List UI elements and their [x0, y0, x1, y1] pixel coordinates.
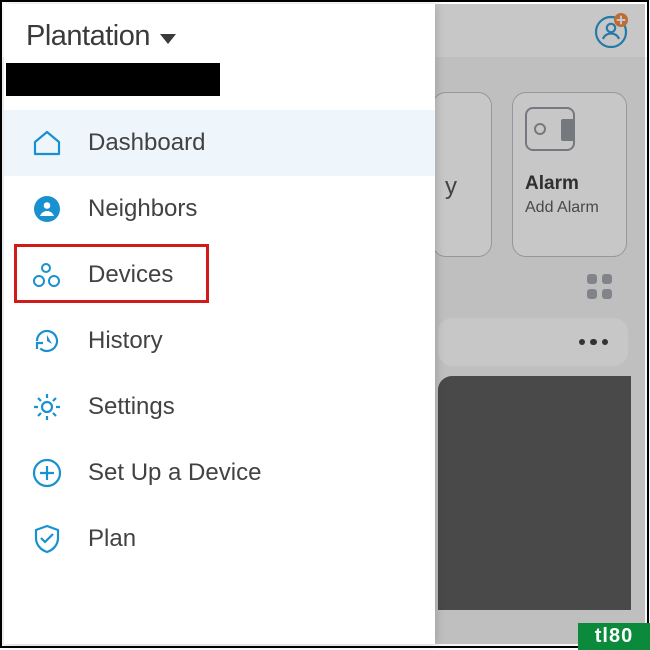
history-icon [30, 324, 64, 358]
redacted-address [6, 63, 220, 96]
sidebar-item-label: Set Up a Device [88, 459, 261, 487]
shield-check-icon [30, 522, 64, 556]
sidebar-item-settings[interactable]: Settings [4, 374, 435, 440]
watermark: tl80 [578, 623, 650, 650]
location-title: Plantation [26, 20, 150, 53]
devices-icon [30, 258, 64, 292]
sidebar-item-dashboard[interactable]: Dashboard [4, 110, 435, 176]
sidebar-item-label: Neighbors [88, 195, 197, 223]
sidebar-item-label: Settings [88, 393, 175, 421]
sidebar-item-label: Dashboard [88, 129, 205, 157]
location-selector[interactable]: Plantation [4, 4, 435, 59]
sidebar-item-label: Plan [88, 525, 136, 553]
sidebar-item-history[interactable]: History [4, 308, 435, 374]
gear-icon [30, 390, 64, 424]
chevron-down-icon [160, 34, 176, 44]
sidebar-menu: Dashboard Neighbors Devices History [4, 110, 435, 572]
sidebar-item-plan[interactable]: Plan [4, 506, 435, 572]
sidebar-item-neighbors[interactable]: Neighbors [4, 176, 435, 242]
sidebar-item-label: Devices [88, 261, 173, 289]
app-frame: y Alarm Add Alarm Plantation [0, 0, 649, 648]
sidebar-item-devices[interactable]: Devices [4, 242, 435, 308]
home-icon [30, 126, 64, 160]
sidebar-item-label: History [88, 327, 163, 355]
side-drawer: Plantation Dashboard Neighbors [4, 4, 435, 644]
sidebar-item-setup-device[interactable]: Set Up a Device [4, 440, 435, 506]
plus-circle-icon [30, 456, 64, 490]
neighbors-icon [30, 192, 64, 226]
